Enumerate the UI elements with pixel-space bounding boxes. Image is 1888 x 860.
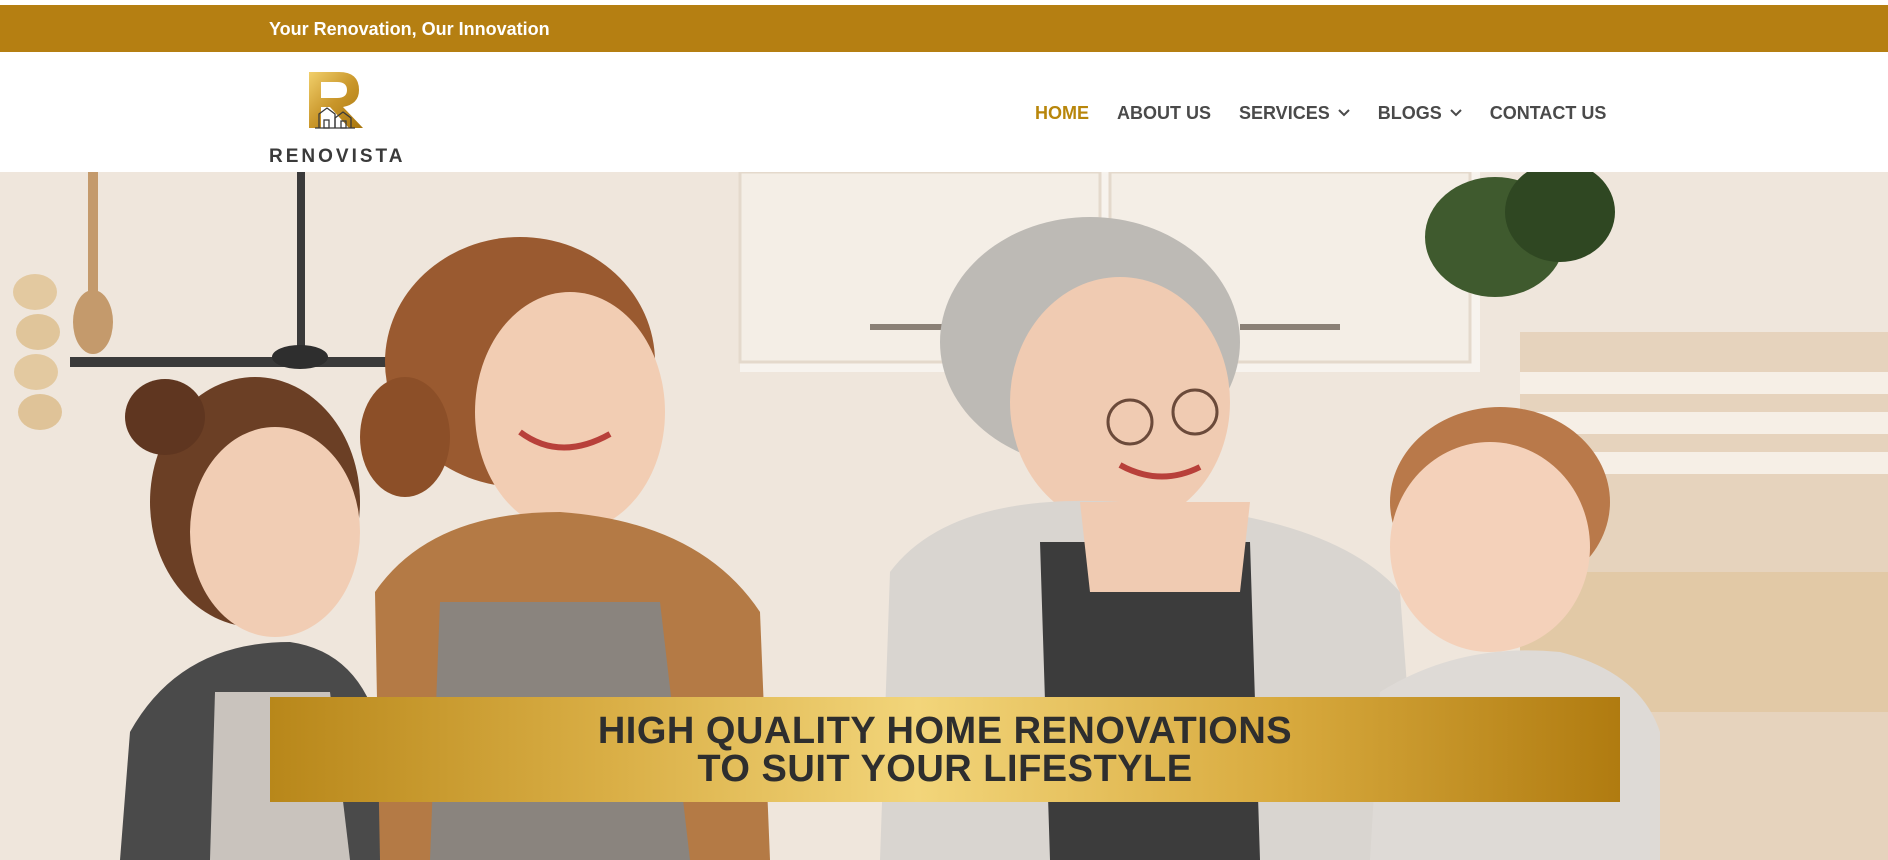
site-logo[interactable]: RENOVISTA [269, 68, 402, 167]
tagline: Your Renovation, Our Innovation [269, 19, 550, 39]
nav-item-contact-us[interactable]: CONTACT US [1490, 103, 1607, 124]
nav-item-label: HOME [1035, 102, 1089, 123]
chevron-down-icon [1450, 105, 1462, 120]
nav-item-label: SERVICES [1239, 102, 1330, 123]
hero-headline-line-1: HIGH QUALITY HOME RENOVATIONS [597, 709, 1293, 752]
logo-mark-icon [309, 72, 363, 129]
chevron-down-icon [1337, 105, 1350, 120]
hero-headline-banner: HIGH QUALITY HOME RENOVATIONS TO SUIT YO… [270, 697, 1620, 802]
top-announcement-bar: Your Renovation, Our Innovation [0, 5, 1888, 52]
nav-item-blogs[interactable]: BLOGS [1378, 103, 1462, 124]
hero-headline-line-2: TO SUIT YOUR LIFESTYLE [697, 747, 1193, 790]
nav-item-services[interactable]: SERVICES [1239, 103, 1350, 124]
nav-item-label: CONTACT US [1489, 102, 1607, 123]
nav-item-label: ABOUT US [1117, 102, 1211, 123]
nav-item-about-us[interactable]: ABOUT US [1117, 103, 1211, 124]
main-navigation: HOME ABOUT US SERVICES BLOGS CONTACT US [1035, 101, 1606, 125]
hero-section: HIGH QUALITY HOME RENOVATIONS TO SUIT YO… [0, 172, 1888, 860]
nav-item-home[interactable]: HOME [1035, 103, 1089, 124]
nav-item-label: BLOGS [1377, 102, 1442, 123]
logo-brand-name: RENOVISTA [269, 146, 406, 167]
site-header: RENOVISTA HOME ABOUT US SERVICES BLOGS C… [0, 52, 1888, 172]
